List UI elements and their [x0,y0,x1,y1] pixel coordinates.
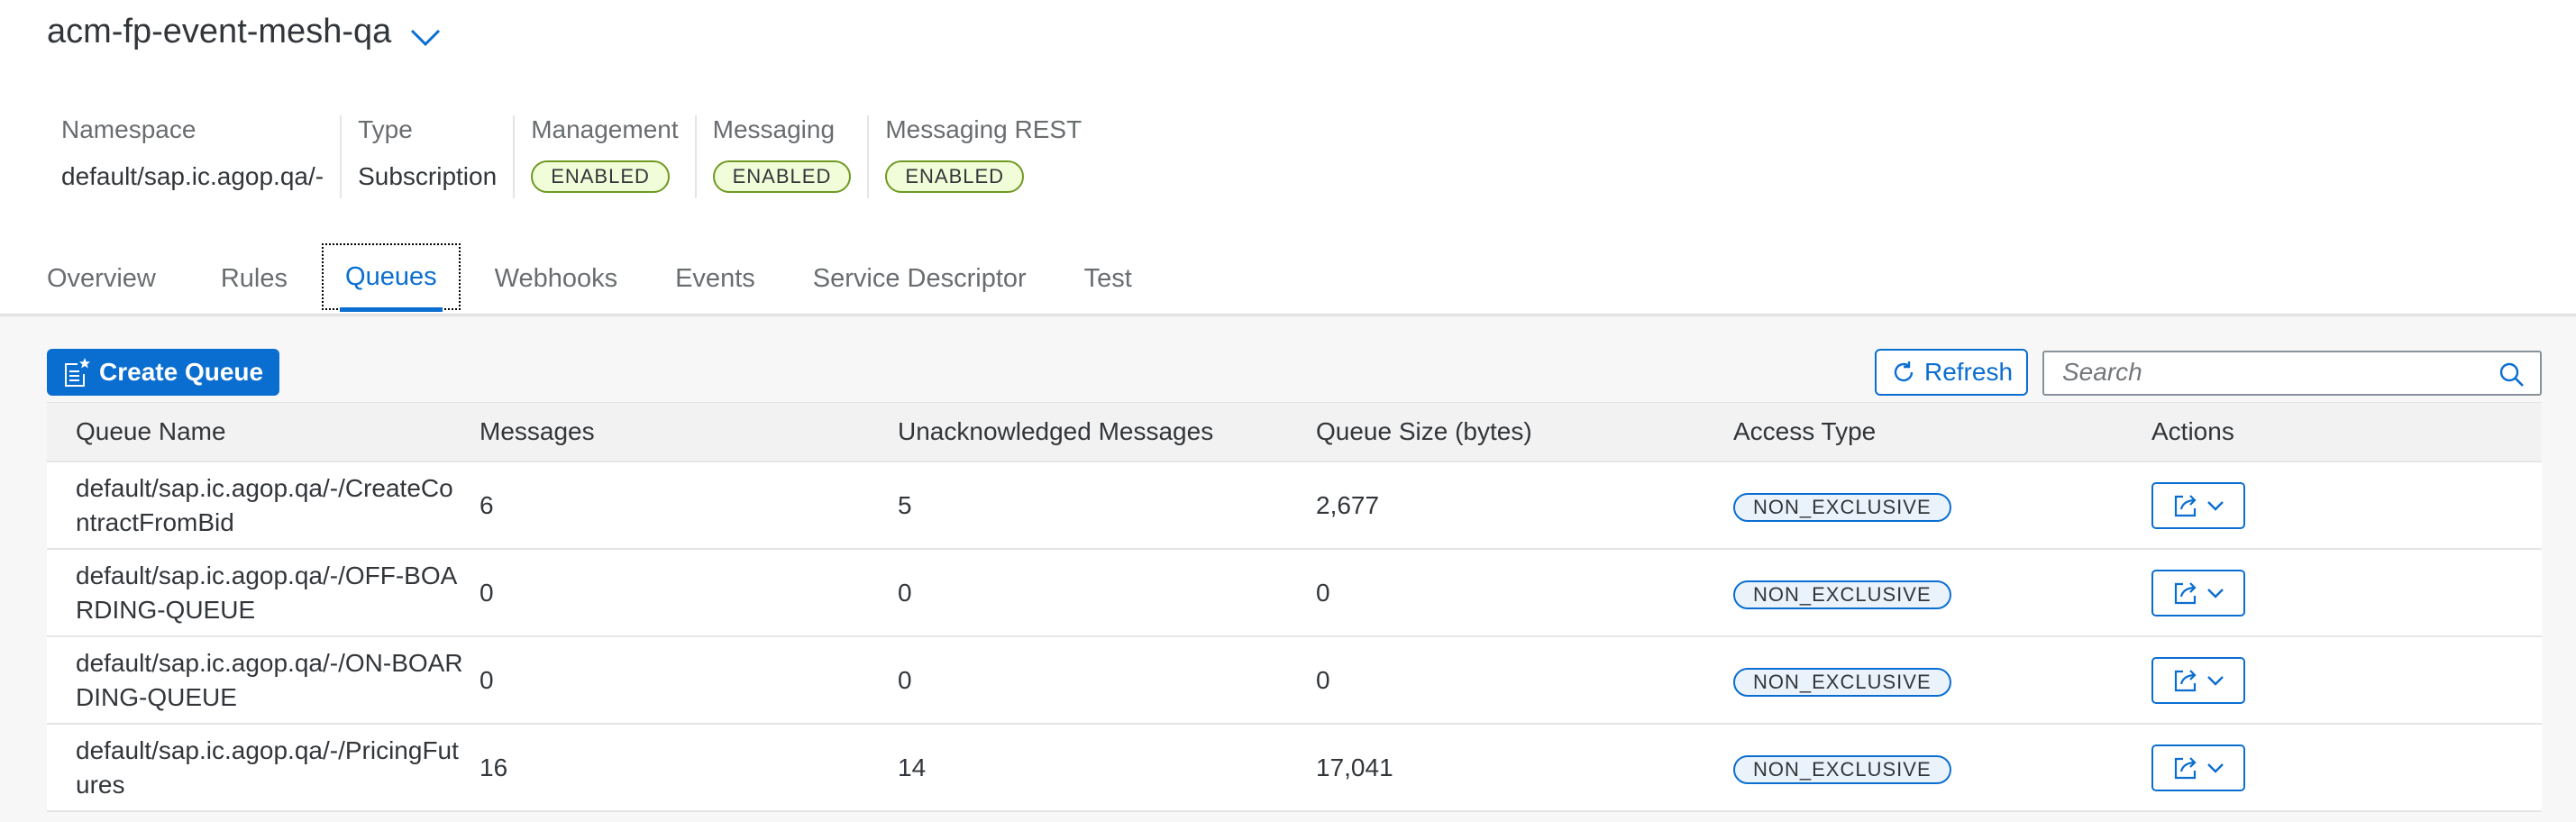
search-field[interactable] [2042,351,2542,396]
column-header[interactable]: Queue Name [76,417,463,446]
chevron-down-icon [2207,675,2224,686]
row-actions-button[interactable] [2151,481,2245,529]
attr-label: Messaging [712,115,836,143]
table-header: Queue Name Messages Unacknowledged Messa… [47,403,2542,462]
toolbar: Create Queue Refresh [47,349,2542,396]
share-icon [2174,756,2197,779]
attr-value: Subscription [358,162,498,190]
queue-name: default/sap.ic.agop.qa/-/PricingFutures [76,735,459,799]
tab-service-descriptor[interactable]: Service Descriptor [813,243,1027,314]
table-row[interactable]: default/sap.ic.agop.qa/-/ON-BOARDING-QUE… [47,637,2542,725]
tab-rules[interactable]: Rules [221,243,288,314]
queues-table: Queue Name Messages Unacknowledged Messa… [47,402,2542,812]
refresh-button[interactable]: Refresh [1875,349,2028,396]
attr-messaging: Messaging ENABLED [694,115,868,198]
chevron-down-icon [2207,500,2224,511]
queue-size: 0 [1316,665,1330,694]
refresh-label: Refresh [1923,358,2014,386]
access-type-badge: NON_EXCLUSIVE [1733,667,1951,697]
attr-value: default/sap.ic.agop.qa/- [61,162,324,190]
title-row: acm-fp-event-mesh-qa [47,13,442,51]
tab-webhooks[interactable]: Webhooks [495,243,618,314]
header-attributes: Namespace default/sap.ic.agop.qa/- Type … [45,115,1098,198]
create-document-icon [65,358,90,387]
attr-label: Messaging REST [885,115,1082,143]
attr-label: Management [531,115,679,143]
column-header: Actions [2151,417,2234,445]
share-icon [2174,494,2197,516]
column-header[interactable]: Unacknowledged Messages [898,417,1213,446]
queues-panel: Create Queue Refresh Queue Name Messages… [0,317,2576,822]
queue-name: default/sap.ic.agop.qa/-/ON-BOARDING-QUE… [76,648,463,711]
page-title: acm-fp-event-mesh-qa [47,13,392,50]
share-icon [2174,669,2197,691]
messages-count: 6 [480,490,494,519]
queue-name: default/sap.ic.agop.qa/-/CreateContractF… [76,473,453,536]
queue-size: 17,041 [1316,753,1393,781]
chevron-down-icon [2207,763,2224,773]
share-icon [2174,581,2197,604]
unacked-count: 0 [898,665,912,694]
status-badge: ENABLED [531,160,670,193]
chevron-down-icon[interactable] [409,26,442,48]
attr-messaging-rest: Messaging REST ENABLED [867,115,1098,198]
attr-namespace: Namespace default/sap.ic.agop.qa/- [45,115,340,198]
table-row[interactable]: default/sap.ic.agop.qa/-/PricingFutures … [47,725,2542,812]
access-type-badge: NON_EXCLUSIVE [1733,580,1951,609]
row-actions-button[interactable] [2151,656,2245,704]
tab-overview[interactable]: Overview [47,243,156,314]
tab-bar: Overview Rules Queues Webhooks Events Se… [47,243,1132,315]
queue-size: 2,677 [1316,490,1380,519]
attr-label: Namespace [61,115,196,143]
tab-test[interactable]: Test [1084,243,1132,314]
messages-count: 16 [480,753,508,781]
unacked-count: 0 [898,578,912,607]
attr-label: Type [358,115,413,143]
column-header[interactable]: Messages [480,417,595,446]
page-header: acm-fp-event-mesh-qa Namespace default/s… [0,0,2576,315]
status-badge: ENABLED [712,160,852,193]
messages-count: 0 [480,578,494,607]
column-header[interactable]: Access Type [1733,417,1876,446]
status-badge: ENABLED [885,160,1025,193]
create-queue-button[interactable]: Create Queue [47,349,280,396]
search-icon[interactable] [2498,361,2526,388]
messages-count: 0 [480,665,494,694]
tab-queues[interactable]: Queues [322,243,461,312]
refresh-icon [1894,361,1914,382]
column-header[interactable]: Queue Size (bytes) [1316,417,1532,446]
table-row[interactable]: default/sap.ic.agop.qa/-/CreateContractF… [47,462,2542,550]
row-actions-button[interactable] [2151,744,2245,791]
unacked-count: 5 [898,490,912,519]
queue-size: 0 [1316,578,1330,607]
attr-type: Type Subscription [340,115,513,198]
attr-management: Management ENABLED [513,115,694,198]
queue-name: default/sap.ic.agop.qa/-/OFF-BOARDING-QU… [76,561,458,624]
unacked-count: 14 [898,753,927,781]
create-queue-label: Create Queue [99,358,264,386]
table-row[interactable]: default/sap.ic.agop.qa/-/OFF-BOARDING-QU… [47,550,2542,637]
access-type-badge: NON_EXCLUSIVE [1733,492,1951,522]
row-actions-button[interactable] [2151,569,2245,616]
access-type-badge: NON_EXCLUSIVE [1733,754,1951,784]
search-input[interactable] [2062,352,2495,392]
tab-events[interactable]: Events [675,243,755,314]
chevron-down-icon [2207,588,2224,598]
